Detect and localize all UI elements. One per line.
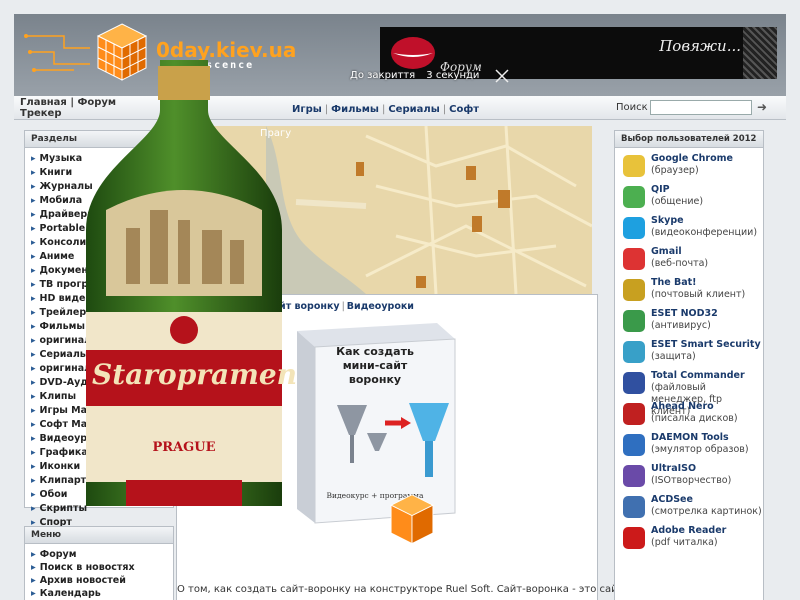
app-icon [623,372,645,394]
site-logo-title[interactable]: 0day.kiev.ua [156,38,296,62]
users-choice-panel: Выбор пользователей 2012 Google Chrome (б… [614,130,764,600]
app-icon [623,496,645,518]
cube-watermark-icon [390,494,434,545]
tab-video-lessons[interactable]: Видеоуроки [347,301,414,312]
article-text: О том, как создать сайт-воронку на конст… [177,584,627,595]
box-title: Как создать мини-сайт воронку [336,345,414,386]
app-list-item[interactable]: ESET Smart Security (защита) [615,337,763,368]
app-name[interactable]: QIP [651,184,763,196]
content-tabs: сайт воронку | Видеоуроки [267,301,414,312]
app-icon [623,465,645,487]
search-label: Поиск [616,102,648,113]
app-name[interactable]: Total Commander [651,370,763,382]
menu-item[interactable]: Архив новостей [31,574,173,587]
app-list-item[interactable]: Ahead Nero (писалка дисков) [615,399,763,430]
menu-item[interactable]: Календарь [31,587,173,600]
app-description: (писалка дисков) [651,413,738,424]
circuit-icon [24,34,90,72]
app-description: (ISOтворчество) [651,475,732,486]
app-description: (общение) [651,196,704,207]
bottle-city: PRAGUE [152,440,216,455]
nav-games-link[interactable]: Игры [292,104,322,115]
app-icon [623,310,645,332]
close-icon[interactable] [494,68,510,84]
ad-close-timer: До закриття 3 секунди [350,69,509,83]
beer-bottle-ad[interactable]: Staropramen PRAGUE [86,60,297,506]
app-icon [623,186,645,208]
app-name[interactable]: ACDSee [651,494,763,506]
app-description: (смотрелка картинок) [651,506,762,517]
app-description: (видеоконференции) [651,227,758,238]
menu-title: Меню [25,527,173,544]
nav-center-links: Игры | Фильмы | Сериалы | Софт [292,104,480,115]
app-name[interactable]: UltraISO [651,463,763,475]
app-list-item[interactable]: Google Chrome (браузер) [615,151,763,182]
app-icon [623,248,645,270]
menu-panel: Меню ФорумПоиск в новостяхАрхив новостей… [24,526,174,600]
app-list-item[interactable]: UltraISO (ISOтворчество) [615,461,763,492]
app-name[interactable]: Ahead Nero [651,401,763,413]
app-name[interactable]: DAEMON Tools [651,432,763,444]
app-icon [623,403,645,425]
app-icon [623,155,645,177]
app-list-item[interactable]: Total Commander (файловый менеджер, ftp к… [615,368,763,417]
ad-banner-brand: Повяжи... [659,37,741,55]
search-arrow-icon[interactable]: ➜ [757,101,771,114]
app-description: (защита) [651,351,696,362]
app-name[interactable]: ESET Smart Security [651,339,763,351]
app-name[interactable]: Google Chrome [651,153,763,165]
app-icon [623,279,645,301]
app-description: (антивирус) [651,320,711,331]
app-list-item[interactable]: The Bat! (почтовый клиент) [615,275,763,306]
menu-list: ФорумПоиск в новостяхАрхив новостейКален… [25,544,173,600]
app-icon [623,341,645,363]
fishnet-pattern [743,27,777,79]
bottle-brand: Staropramen [92,358,297,391]
nav-series-link[interactable]: Сериалы [388,104,439,115]
app-description: (браузер) [651,165,699,176]
menu-item[interactable]: Форум [31,548,173,561]
app-list-item[interactable]: DAEMON Tools (эмулятор образов) [615,430,763,461]
nav-films-link[interactable]: Фильмы [331,104,379,115]
lips-icon [391,37,435,69]
app-description: (веб-почта) [651,258,709,269]
ad-close-unit: секунди [435,70,480,81]
app-list-item[interactable]: Adobe Reader (pdf читалка) [615,523,763,554]
app-name[interactable]: ESET NOD32 [651,308,763,320]
app-list-item[interactable]: Gmail (веб-почта) [615,244,763,275]
app-list-item[interactable]: QIP (общение) [615,182,763,213]
menu-item[interactable]: Поиск в новостях [31,561,173,574]
app-name[interactable]: Gmail [651,246,763,258]
app-list-item[interactable]: ACDSee (смотрелка картинок) [615,492,763,523]
product-box-image[interactable]: Как создать мини-сайт воронку Видеокурс … [297,323,459,545]
app-name[interactable]: Adobe Reader [651,525,763,537]
search-input[interactable] [650,100,752,115]
app-list-item[interactable]: Skype (видеоконференции) [615,213,763,244]
app-icon [623,434,645,456]
app-icon [623,217,645,239]
app-description: (эмулятор образов) [651,444,749,455]
users-choice-list: Google Chrome (браузер) QIP (общение) Skype(… [615,148,763,554]
ad-close-label: До закриття [350,70,416,81]
nav-soft-link[interactable]: Софт [449,104,479,115]
ad-close-seconds: 3 [426,70,433,81]
app-name[interactable]: Skype [651,215,763,227]
app-description: (почтовый клиент) [651,289,746,300]
users-choice-title: Выбор пользователей 2012 [615,131,763,148]
app-description: (pdf читалка) [651,537,718,548]
app-name[interactable]: The Bat! [651,277,763,289]
app-list-item[interactable]: ESET NOD32 (антивирус) [615,306,763,337]
app-icon [623,527,645,549]
